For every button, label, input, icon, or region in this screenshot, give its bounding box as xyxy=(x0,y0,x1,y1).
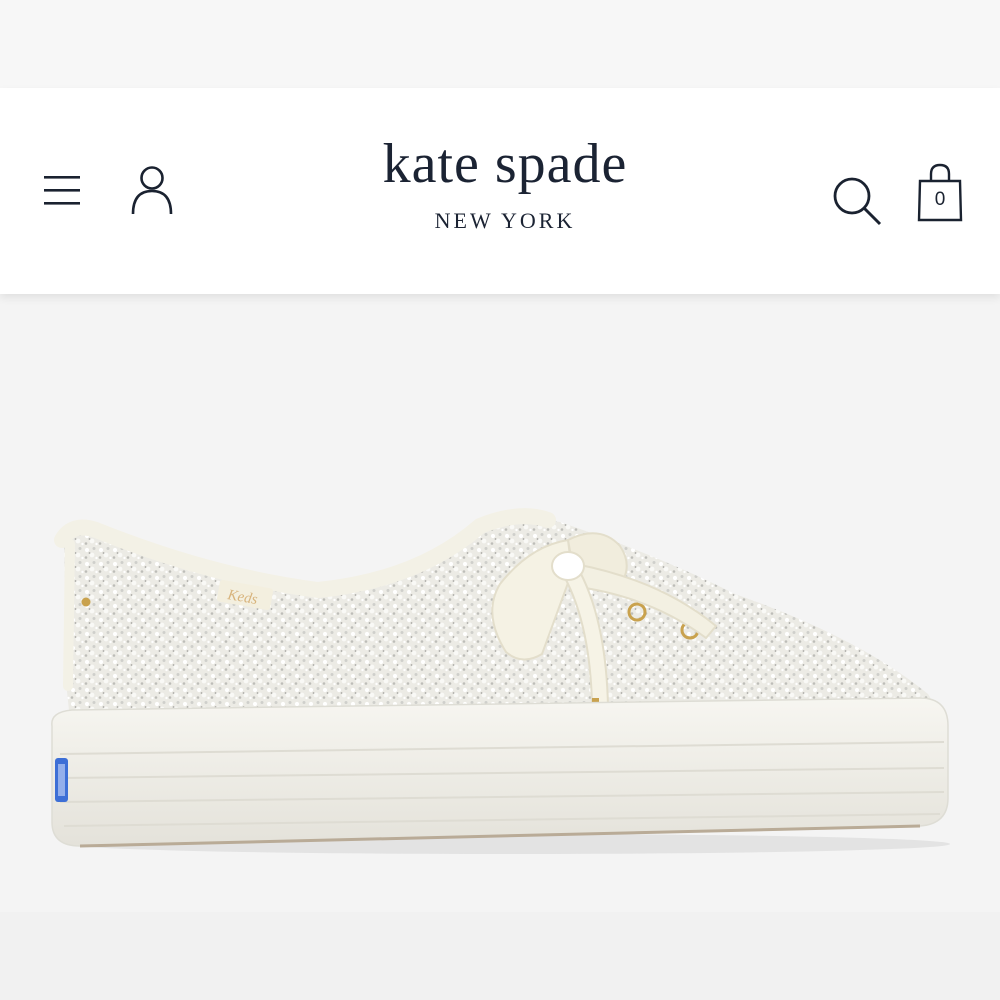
account-button[interactable] xyxy=(128,164,176,216)
glitter-sneaker-image: Keds xyxy=(51,508,950,854)
product-image: Keds xyxy=(0,294,1000,912)
cart-count: 0 xyxy=(934,189,946,210)
menu-button[interactable] xyxy=(42,174,82,206)
brand-name: kate spade xyxy=(382,133,628,195)
bottom-strip xyxy=(0,912,1000,1000)
search-icon xyxy=(833,177,882,226)
site-header: kate spade NEW YORK 0 xyxy=(0,88,1000,294)
status-strip xyxy=(0,0,1000,88)
brand-tagline: NEW YORK xyxy=(434,208,576,233)
user-icon xyxy=(131,166,173,215)
search-button[interactable] xyxy=(830,174,884,228)
hamburger-menu-icon xyxy=(44,176,80,205)
brand-logo[interactable]: kate spade NEW YORK xyxy=(300,132,710,234)
cart-button[interactable]: 0 xyxy=(915,162,965,222)
